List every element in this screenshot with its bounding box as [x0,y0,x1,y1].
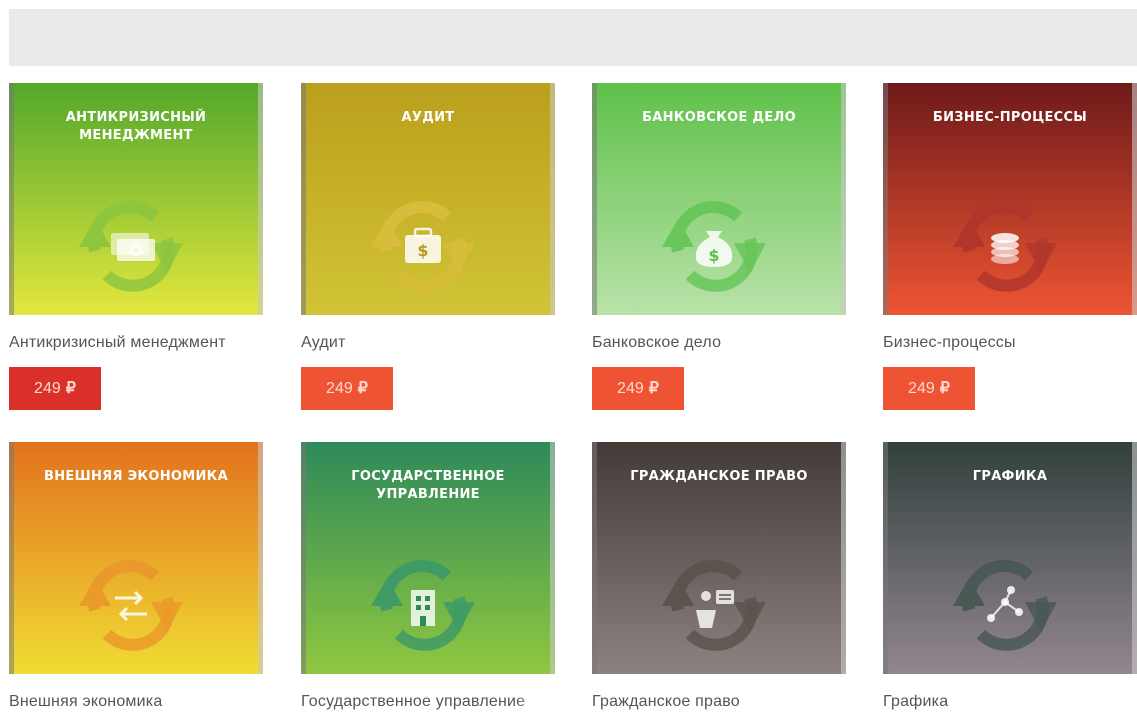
cover-edge [883,83,888,315]
cover-edge [592,83,597,315]
arrow-head-icon [734,602,766,632]
cover-edge [592,442,597,674]
cover-edge [301,83,306,315]
product-name[interactable]: Внешняя экономика [9,692,261,712]
cover-edge [550,442,555,674]
cover-edge [1132,83,1137,315]
product-name[interactable]: Аудит [301,333,553,353]
product-cover[interactable]: БИЗНЕС-ПРОЦЕССЫ [883,83,1137,315]
arrow-head-icon [1025,243,1057,273]
cover-edge [9,83,14,315]
top-banner [9,9,1137,66]
product-name[interactable]: Государственное управление [301,692,553,712]
cover-title: БИЗНЕС-ПРОЦЕССЫ [932,110,1088,125]
product-card[interactable]: БАНКОВСКОЕ ДЕЛО $ Банковское дело 249 ₽ [592,83,872,410]
svg-text:$: $ [417,241,428,260]
product-name[interactable]: Гражданское право [592,692,844,712]
price-value: 249 [908,380,935,397]
cover-title: ВНЕШНЯЯ ЭКОНОМИКА [44,469,228,484]
arrow-head-icon [443,243,475,273]
product-cover[interactable]: ГРАФИКА [883,442,1137,674]
product-cover[interactable]: АНТИКРИЗИСНЫЙ МЕНЕДЖМЕНТ [9,83,263,315]
product-cover[interactable]: ГОСУДАРСТВЕННОЕ УПРАВЛЕНИЕ [301,442,555,674]
arrow-head-icon [443,602,475,632]
price-value: 249 [34,380,61,397]
arrow-head-icon [151,243,183,273]
exchange-icon [79,560,183,651]
arrow-head-icon [151,602,183,632]
building-icon [371,560,475,651]
product-card[interactable]: АНТИКРИЗИСНЫЙ МЕНЕДЖМЕНТ Антикризисный м… [9,83,289,410]
cover-title: АНТИКРИЗИСНЫЙ МЕНЕДЖМЕНТ [65,110,207,143]
arrow-head-icon [734,243,766,273]
product-name[interactable]: Банковское дело [592,333,844,353]
price-button[interactable]: 249 ₽ [883,367,975,410]
cover-edge [1132,442,1137,674]
product-card[interactable]: ГРАФИКА Графика [883,442,1137,712]
cover-title: БАНКОВСКОЕ ДЕЛО [642,110,796,125]
money-bag-icon: $ [662,201,766,292]
product-cover[interactable]: ГРАЖДАНСКОЕ ПРАВО [592,442,846,674]
product-name[interactable]: Антикризисный менеджмент [9,333,261,353]
product-name[interactable]: Графика [883,692,1135,712]
currency-icon: ₽ [939,380,950,397]
cover-title: ГРАФИКА [972,469,1048,484]
arrow-head-icon [1025,602,1057,632]
cover-title: АУДИТ [401,110,455,125]
currency-icon: ₽ [648,380,659,397]
cover-edge [841,442,846,674]
speaker-podium-icon [662,560,766,651]
cover-edge [258,83,263,315]
cover-title: ГРАЖДАНСКОЕ ПРАВО [630,469,808,484]
cover-edge [841,83,846,315]
cover-title: ГОСУДАРСТВЕННОЕ УПРАВЛЕНИЕ [351,469,505,502]
product-card[interactable]: БИЗНЕС-ПРОЦЕССЫ Бизнес-процессы 249 ₽ [883,83,1137,410]
cover-edge [9,442,14,674]
price-button[interactable]: 249 ₽ [592,367,684,410]
product-cover[interactable]: АУДИТ $ [301,83,555,315]
cover-edge [301,442,306,674]
money-bills-icon [79,201,183,292]
price-button[interactable]: 249 ₽ [301,367,393,410]
product-card[interactable]: АУДИТ $ Аудит 249 ₽ [301,83,581,410]
product-card[interactable]: ВНЕШНЯЯ ЭКОНОМИКА Внешняя экономика [9,442,289,712]
price-value: 249 [326,380,353,397]
currency-icon: ₽ [65,380,76,397]
briefcase-dollar-icon: $ [371,201,475,292]
product-cover[interactable]: БАНКОВСКОЕ ДЕЛО $ [592,83,846,315]
currency-icon: ₽ [357,380,368,397]
cover-edge [883,442,888,674]
nodes-graph-icon [953,560,1057,651]
product-card[interactable]: ГОСУДАРСТВЕННОЕ УПРАВЛЕНИЕ Государственн… [301,442,581,712]
price-button[interactable]: 249 ₽ [9,367,101,410]
product-name[interactable]: Бизнес-процессы [883,333,1135,353]
coins-icon [953,201,1057,292]
svg-text:$: $ [708,246,719,265]
product-cover[interactable]: ВНЕШНЯЯ ЭКОНОМИКА [9,442,263,674]
cover-edge [258,442,263,674]
cover-edge [550,83,555,315]
price-value: 249 [617,380,644,397]
product-card[interactable]: ГРАЖДАНСКОЕ ПРАВО Гражданское право [592,442,872,712]
